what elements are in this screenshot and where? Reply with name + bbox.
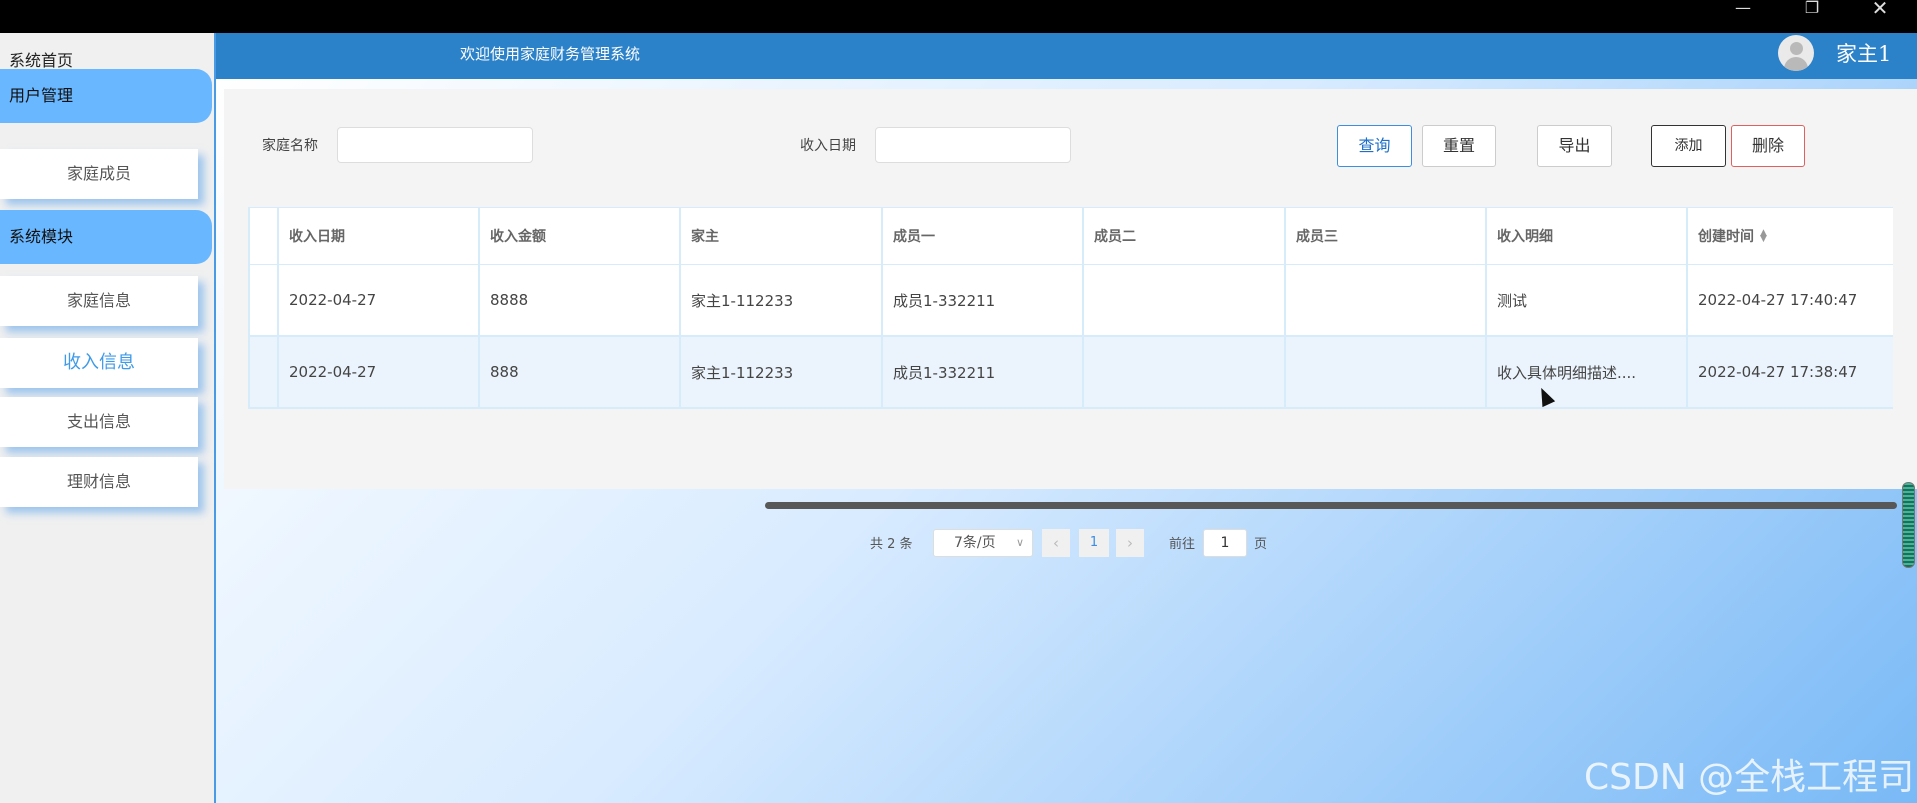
query-button[interactable]: 查询 [1337,125,1412,167]
row-select-cell[interactable] [248,337,277,407]
export-button[interactable]: 导出 [1537,125,1612,167]
goto-suffix: 页 [1254,537,1268,552]
sidebar-group-system-modules[interactable]: 系统模块 [0,210,212,264]
table-cell: 家主1-112233 [679,337,881,407]
income-date-label: 收入日期 [800,138,856,154]
next-page-button[interactable]: › [1116,529,1144,557]
sidebar: 系统首页 用户管理 家庭成员 系统模块 家庭信息 收入信息 支出信息 理财信息 [0,33,216,803]
income-panel: 家庭名称 收入日期 查询 重置 导出 添加 删除 收入日期 收入金额 家主 成员… [224,89,1917,557]
prev-page-button[interactable]: ‹ [1042,529,1070,557]
main-content: 家庭名称 收入日期 查询 重置 导出 添加 删除 收入日期 收入金额 家主 成员… [216,79,1917,803]
family-name-input[interactable] [337,127,533,163]
delete-button[interactable]: 删除 [1731,125,1805,167]
family-name-label: 家庭名称 [262,138,318,154]
table-cell: 成员1-332211 [881,265,1082,335]
column-header[interactable]: 家主 [679,208,881,264]
column-header-label: 创建时间 [1698,229,1754,245]
welcome-text: 欢迎使用家庭财务管理系统 [460,45,641,63]
table-cell [1082,337,1284,407]
income-date-input[interactable] [875,127,1071,163]
column-header[interactable]: 成员三 [1284,208,1485,264]
table-cell: 测试 [1485,265,1686,335]
maximize-button[interactable]: ❐ [1792,0,1832,33]
close-button[interactable]: ✕ [1860,0,1900,33]
selection-column-header [248,208,277,264]
table-cell: 2022-04-27 [277,337,478,407]
goto-page-input[interactable]: 1 [1203,529,1247,557]
goto-label: 前往 [1169,537,1196,552]
table-cell: 2022-04-27 17:40:47 [1686,265,1893,335]
column-header[interactable]: 收入明细 [1485,208,1686,264]
table-row[interactable]: 2022-04-27 888 家主1-112233 成员1-332211 收入具… [248,337,1893,409]
sidebar-item-family-info[interactable]: 家庭信息 [0,276,198,326]
table-cell: 成员1-332211 [881,337,1082,407]
page-number-1[interactable]: 1 [1079,529,1109,557]
column-header[interactable]: 收入日期 [277,208,478,264]
table-row[interactable]: 2022-04-27 8888 家主1-112233 成员1-332211 测试… [248,265,1893,337]
table-cell: 2022-04-27 17:38:47 [1686,337,1893,407]
table-cell: 2022-04-27 [277,265,478,335]
table-cell [1284,337,1485,407]
column-header[interactable]: 成员一 [881,208,1082,264]
table-header-row: 收入日期 收入金额 家主 成员一 成员二 成员三 收入明细 创建时间 ▲ ▼ [248,207,1893,266]
table-cell: 8888 [478,265,679,335]
page-size-select[interactable]: 7条/页 ∨ [933,529,1033,557]
avatar-icon[interactable] [1778,35,1814,71]
pagination-total: 共 2 条 [870,537,913,552]
vertical-scrollbar[interactable] [1902,482,1915,568]
add-button[interactable]: 添加 [1651,125,1726,167]
sidebar-item-family-members[interactable]: 家庭成员 [0,149,198,199]
sidebar-item-income-info[interactable]: 收入信息 [0,338,198,388]
sidebar-item-expense-info[interactable]: 支出信息 [0,397,198,447]
sidebar-item-finance-info[interactable]: 理财信息 [0,457,198,507]
column-header-created-time[interactable]: 创建时间 ▲ ▼ [1686,208,1893,264]
top-header: 欢迎使用家庭财务管理系统 家主1 [216,33,1917,79]
table-cell: 家主1-112233 [679,265,881,335]
sidebar-group-user-management[interactable]: 用户管理 [0,69,212,123]
row-select-cell[interactable] [248,265,277,335]
chevron-down-icon: ∨ [1015,536,1024,549]
reset-button[interactable]: 重置 [1422,125,1496,167]
column-header[interactable]: 成员二 [1082,208,1284,264]
table-cell [1082,265,1284,335]
page-size-value: 7条/页 [954,535,996,551]
username[interactable]: 家主1 [1836,38,1891,68]
column-header[interactable]: 收入金额 [478,208,679,264]
window-titlebar: — ❐ ✕ [0,0,1917,33]
table-cell: 收入具体明细描述.... [1485,337,1686,407]
table-cell [1284,265,1485,335]
sort-icon[interactable]: ▲ ▼ [1760,229,1768,244]
watermark: CSDN @全栈工程司 [1584,757,1915,798]
table-cell: 888 [478,337,679,407]
minimize-button[interactable]: — [1723,0,1763,33]
horizontal-scrollbar[interactable] [765,502,1897,509]
